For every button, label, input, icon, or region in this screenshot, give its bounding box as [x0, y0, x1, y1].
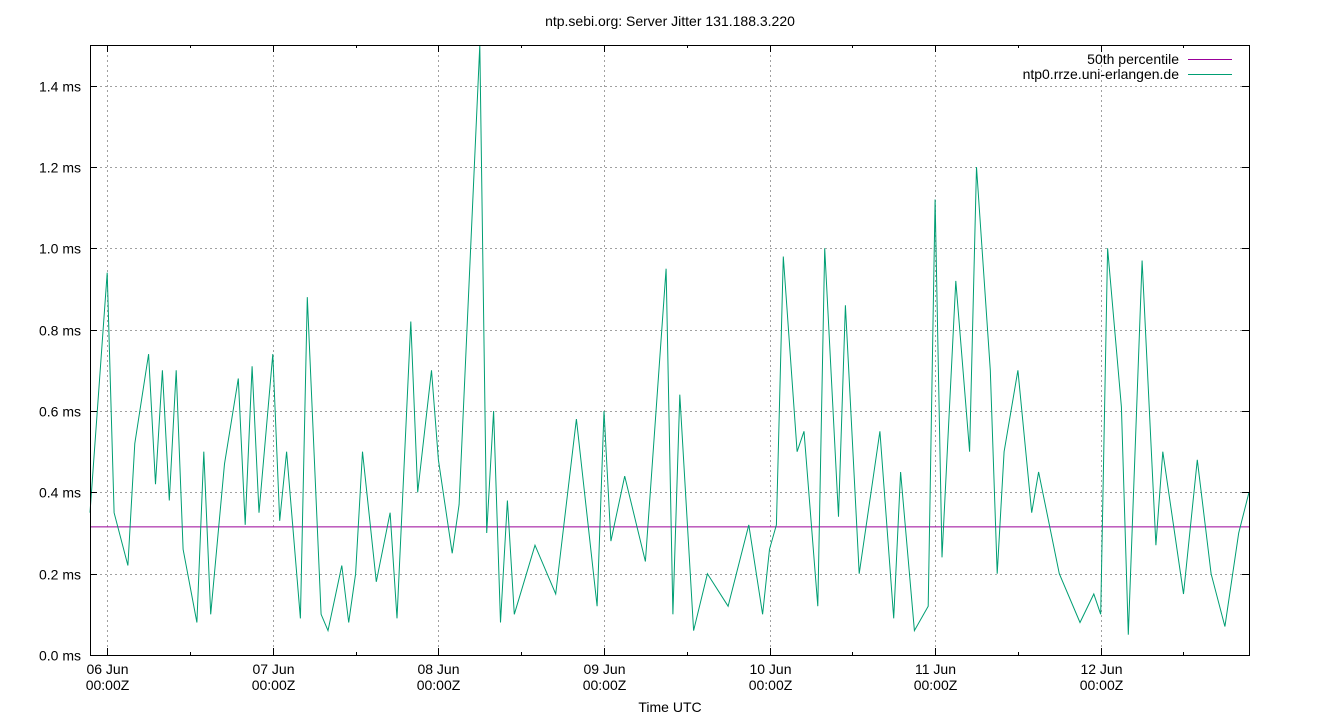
- chart-title: ntp.sebi.org: Server Jitter 131.188.3.22…: [545, 13, 795, 29]
- y-tick-label: 0.8 ms: [39, 323, 81, 339]
- legend-label: 50th percentile: [1087, 51, 1179, 67]
- y-tick-label: 0.6 ms: [39, 404, 81, 420]
- y-tick-label: 0.2 ms: [39, 567, 81, 583]
- jitter-chart: ntp.sebi.org: Server Jitter 131.188.3.22…: [39, 13, 1250, 715]
- x-tick-label-date: 08 Jun: [417, 661, 459, 677]
- x-tick-label-date: 11 Jun: [915, 661, 956, 677]
- series-line-1: [89, 44, 1250, 635]
- y-tick-label: 0.4 ms: [39, 485, 81, 501]
- x-tick-label-time: 00:00Z: [1080, 677, 1124, 693]
- x-tick-label-date: 10 Jun: [749, 661, 791, 677]
- x-axis-label: Time UTC: [638, 699, 701, 715]
- plot-frame: [90, 45, 1250, 656]
- y-tick-label: 1.4 ms: [39, 79, 81, 95]
- x-tick-label-date: 09 Jun: [583, 661, 625, 677]
- x-tick-label-time: 00:00Z: [417, 677, 461, 693]
- legend-label: ntp0.rrze.uni-erlangen.de: [1023, 66, 1180, 82]
- grid-layer: [90, 45, 1249, 655]
- y-tick-label: 1.0 ms: [39, 241, 81, 257]
- series-layer: [89, 44, 1250, 635]
- x-tick-label-date: 06 Jun: [86, 661, 128, 677]
- x-tick-label-date: 12 Jun: [1080, 661, 1122, 677]
- y-tick-label: 0.0 ms: [39, 648, 81, 664]
- x-tick-label-time: 00:00Z: [252, 677, 296, 693]
- chart-legend: 50th percentilentp0.rrze.uni-erlangen.de: [1023, 51, 1232, 82]
- x-axis: 06 Jun00:00Z07 Jun00:00Z08 Jun00:00Z09 J…: [86, 45, 1184, 693]
- x-tick-label-time: 00:00Z: [86, 677, 130, 693]
- x-tick-label-time: 00:00Z: [583, 677, 627, 693]
- x-tick-label-time: 00:00Z: [749, 677, 793, 693]
- x-tick-label-date: 07 Jun: [252, 661, 294, 677]
- y-tick-label: 1.2 ms: [39, 160, 81, 176]
- y-axis: 0.0 ms 0.2 ms 0.4 ms 0.6 ms 0.8 ms 1.0 ms 1.2 …: [39, 79, 1249, 664]
- x-tick-label-time: 00:00Z: [914, 677, 958, 693]
